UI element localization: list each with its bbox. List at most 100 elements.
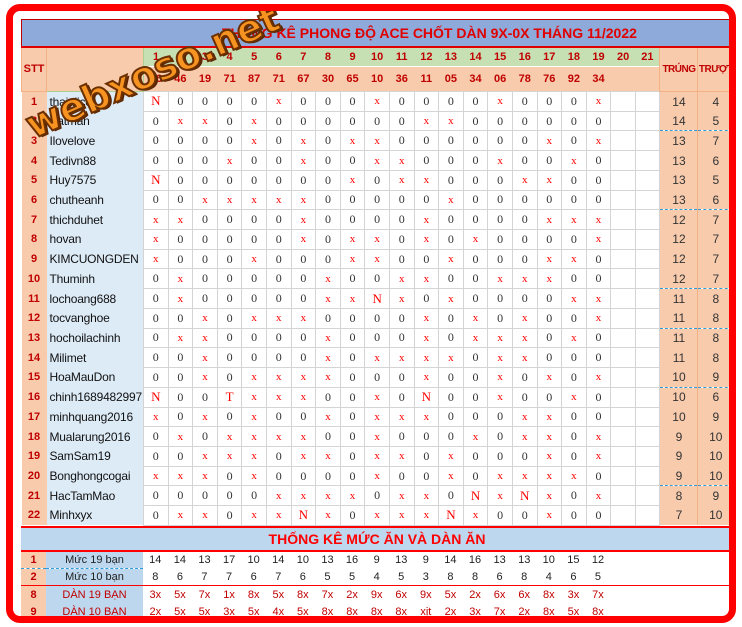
- player-name: HacTamMao: [46, 485, 144, 506]
- player-name: chutheanh: [46, 190, 144, 210]
- result-cell: 0: [536, 288, 563, 309]
- stt-header: STT: [21, 46, 47, 92]
- summary-value: 7x: [493, 606, 506, 619]
- result-number: [610, 66, 636, 92]
- summary-value: 13: [518, 554, 531, 567]
- summary-value: 5x: [265, 585, 291, 604]
- result-cell: x: [241, 406, 267, 428]
- result-cell: x: [216, 426, 243, 447]
- result-cell: 0: [265, 248, 292, 270]
- day-header: 21: [635, 46, 660, 67]
- summary-value: 6: [250, 570, 257, 583]
- truot-count: 7: [697, 268, 729, 289]
- result-cell: [634, 485, 661, 507]
- result-cell: 0: [487, 229, 513, 250]
- result-cell: 0: [241, 288, 267, 309]
- player-name: Bonghongcogai: [46, 466, 144, 486]
- result-cell: [634, 130, 661, 152]
- result-cell: x: [585, 307, 612, 329]
- truot-count: 8: [697, 327, 729, 348]
- truot-count: 8: [697, 347, 729, 368]
- summary-value: 3x: [143, 585, 168, 604]
- day-header: 14: [463, 46, 488, 67]
- result-cell: 0: [192, 386, 218, 408]
- day-header: 2: [168, 46, 193, 67]
- summary-value: 5x: [438, 585, 463, 604]
- result-cell: x: [585, 288, 612, 309]
- summary-row: 8 DÀN 19 BẠN 3x 5x 7x 1x 8x 5x 8x 7x 2x 9x 6x 9x 5x 2x 6…: [21, 585, 729, 604]
- table-row: 15 HoaMauDon 0 0 x 0 x x x x 0 0 0 x 0 0 x 0 x 0 x 10 9: [21, 367, 729, 388]
- result-cell: 0: [487, 307, 513, 329]
- result-cell: x: [561, 327, 587, 349]
- result-cell: 0: [216, 229, 243, 250]
- result-cell: 0: [339, 386, 366, 408]
- result-cell: 0: [388, 386, 415, 408]
- trung-count: 10: [659, 367, 699, 388]
- summary-label: Mức 19 bạn: [46, 550, 143, 569]
- table-row: 13 hochoilachinh 0 x x 0 0 0 0 x 0 0 0 x 0 x x x 0 x 0 11 8: [21, 327, 729, 349]
- result-cell: N: [511, 485, 538, 507]
- result-cell: x: [364, 445, 390, 467]
- result-cell: x: [438, 248, 464, 270]
- summary-value: 5x: [297, 606, 309, 619]
- result-cell: 0: [585, 268, 612, 290]
- result-cell: 0: [388, 307, 415, 329]
- result-cell: [610, 465, 636, 487]
- result-cell: x: [339, 169, 366, 191]
- day-header: 6: [266, 46, 292, 67]
- result-cell: x: [536, 367, 563, 388]
- result-cell: 0: [143, 505, 169, 526]
- result-cell: 0: [536, 386, 563, 408]
- trung-count: 12: [659, 209, 699, 230]
- result-cell: 0: [561, 130, 587, 152]
- result-cell: 0: [511, 248, 538, 270]
- result-cell: x: [388, 485, 415, 507]
- result-cell: x: [265, 367, 292, 388]
- result-cell: x: [290, 209, 317, 231]
- result-cell: 0: [265, 169, 292, 191]
- table-row: 12 tocvanghoe 0 0 x 0 x x x 0 0 0 0 x 0 x 0 x 0 0 x 11 8: [21, 307, 729, 329]
- summary-value: 2x: [444, 606, 457, 619]
- result-cell: 0: [241, 327, 267, 349]
- day-header: 4: [217, 46, 242, 67]
- table-row: 7 thichduhet x x 0 0 0 0 x 0 0 0 0 x 0 0 0 0 x x x 12 7: [21, 209, 729, 231]
- result-cell: x: [339, 229, 366, 250]
- result-cell: 0: [536, 347, 563, 369]
- result-cell: 0: [216, 130, 243, 152]
- result-cell: x: [216, 189, 243, 211]
- summary-value: 5x: [567, 606, 580, 619]
- day-header: 1: [143, 46, 169, 67]
- result-cell: 0: [216, 327, 243, 349]
- result-cell: 0: [585, 327, 612, 349]
- result-cell: [634, 229, 661, 250]
- result-cell: [610, 386, 636, 408]
- result-cell: 0: [290, 288, 317, 309]
- result-cell: 0: [561, 347, 587, 369]
- summary-value: 5x: [247, 606, 260, 619]
- row-number: 9: [21, 249, 47, 269]
- result-cell: 0: [216, 91, 243, 112]
- result-cell: 0: [265, 288, 292, 309]
- result-cell: x: [536, 209, 563, 231]
- table-row: 11 lochoang688 0 x 0 0 0 0 0 x x Nx 0 x 0 0 0 0 x x 11 8: [21, 288, 729, 309]
- result-cell: 0: [388, 426, 415, 447]
- result-cell: x: [585, 445, 612, 467]
- result-cell: 0: [511, 209, 538, 231]
- result-cell: [610, 189, 636, 211]
- player-name: Mualarung2016: [46, 426, 144, 447]
- truot-count: 10: [697, 426, 729, 447]
- summary-value: 6x: [511, 585, 537, 604]
- result-cell: 0: [487, 445, 513, 467]
- summary-value: 2x: [518, 606, 531, 619]
- result-cell: 0: [143, 426, 169, 447]
- result-cell: x: [413, 110, 440, 132]
- result-cell: [634, 209, 661, 231]
- result-cell: 0: [364, 189, 390, 211]
- result-cell: x: [388, 288, 415, 309]
- result-cell: 0: [143, 327, 169, 349]
- summary-value: 12: [591, 554, 605, 567]
- result-cell: x: [192, 465, 218, 487]
- summary-value: [610, 585, 635, 604]
- summary-value: [610, 603, 635, 616]
- row-number: 2: [21, 111, 47, 131]
